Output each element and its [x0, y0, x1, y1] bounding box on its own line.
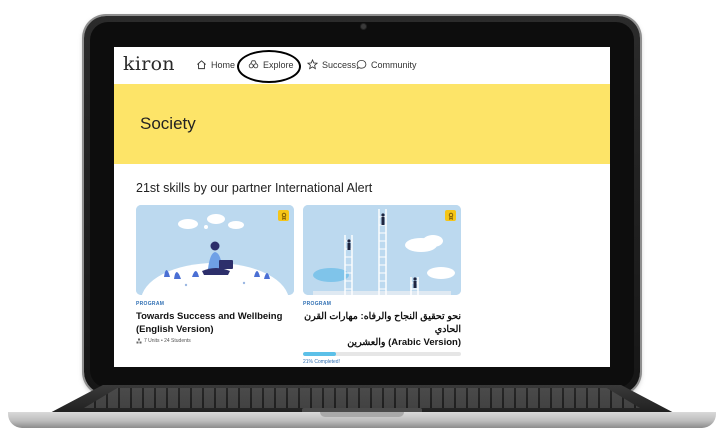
webcam [361, 24, 366, 29]
card-title-line2: (English Version) [136, 324, 214, 335]
progress-bar [303, 352, 461, 356]
nav-label-home: Home [211, 59, 236, 70]
section-title: 21st skills by our partner International… [136, 181, 373, 195]
nav-label-community: Community [371, 59, 417, 70]
units-icon [136, 338, 142, 344]
program-card-arabic[interactable]: PROGRAM نحو تحقيق النجاح والرفاه: مهارات… [303, 205, 461, 365]
home-icon [197, 60, 206, 70]
kiron-logo[interactable]: kiron [123, 53, 175, 75]
card-title-line1: Towards Success and Wellbeing [136, 311, 283, 322]
nav-label-success: Success [322, 59, 357, 70]
explore-highlight-circle [237, 50, 301, 83]
top-nav: kiron Home Explore Success Community [114, 47, 610, 84]
card-title-line2: (Arabic Version) والعشرين [347, 337, 461, 348]
meditation-illustration [136, 205, 294, 295]
card-title-line1: نحو تحقيق النجاح والرفاه: مهارات القرن ا… [304, 311, 461, 335]
program-image-meditation[interactable] [136, 205, 294, 295]
ladders-illustration [303, 205, 461, 295]
award-icon [281, 212, 286, 220]
card-title[interactable]: Towards Success and Wellbeing (English V… [136, 310, 294, 336]
program-image-ladders[interactable] [303, 205, 461, 295]
laptop-opening-notch [320, 412, 404, 417]
card-type-label: PROGRAM [303, 301, 332, 307]
nav-item-home[interactable]: Home [196, 59, 235, 70]
card-meta: 7 Units • 24 Students [136, 338, 294, 344]
card-meta-text: 7 Units • 24 Students [144, 338, 191, 344]
laptop-screen: kiron Home Explore Success Community Soc… [114, 47, 610, 367]
laptop-keys [84, 388, 640, 408]
progress-label: 21% Completed! [303, 359, 340, 365]
nav-item-community[interactable]: Community [356, 59, 417, 70]
chat-icon [356, 59, 367, 70]
award-badge [445, 210, 456, 221]
award-icon [448, 212, 453, 220]
award-badge [278, 210, 289, 221]
star-icon [307, 59, 318, 70]
program-card-english[interactable]: PROGRAM Towards Success and Wellbeing (E… [136, 205, 294, 344]
nav-item-success[interactable]: Success [307, 59, 356, 70]
card-type-label: PROGRAM [136, 301, 165, 307]
progress-bar-fill [303, 352, 337, 356]
category-banner: Society [114, 84, 610, 164]
category-title: Society [140, 114, 196, 133]
card-title[interactable]: نحو تحقيق النجاح والرفاه: مهارات القرن ا… [303, 310, 461, 349]
